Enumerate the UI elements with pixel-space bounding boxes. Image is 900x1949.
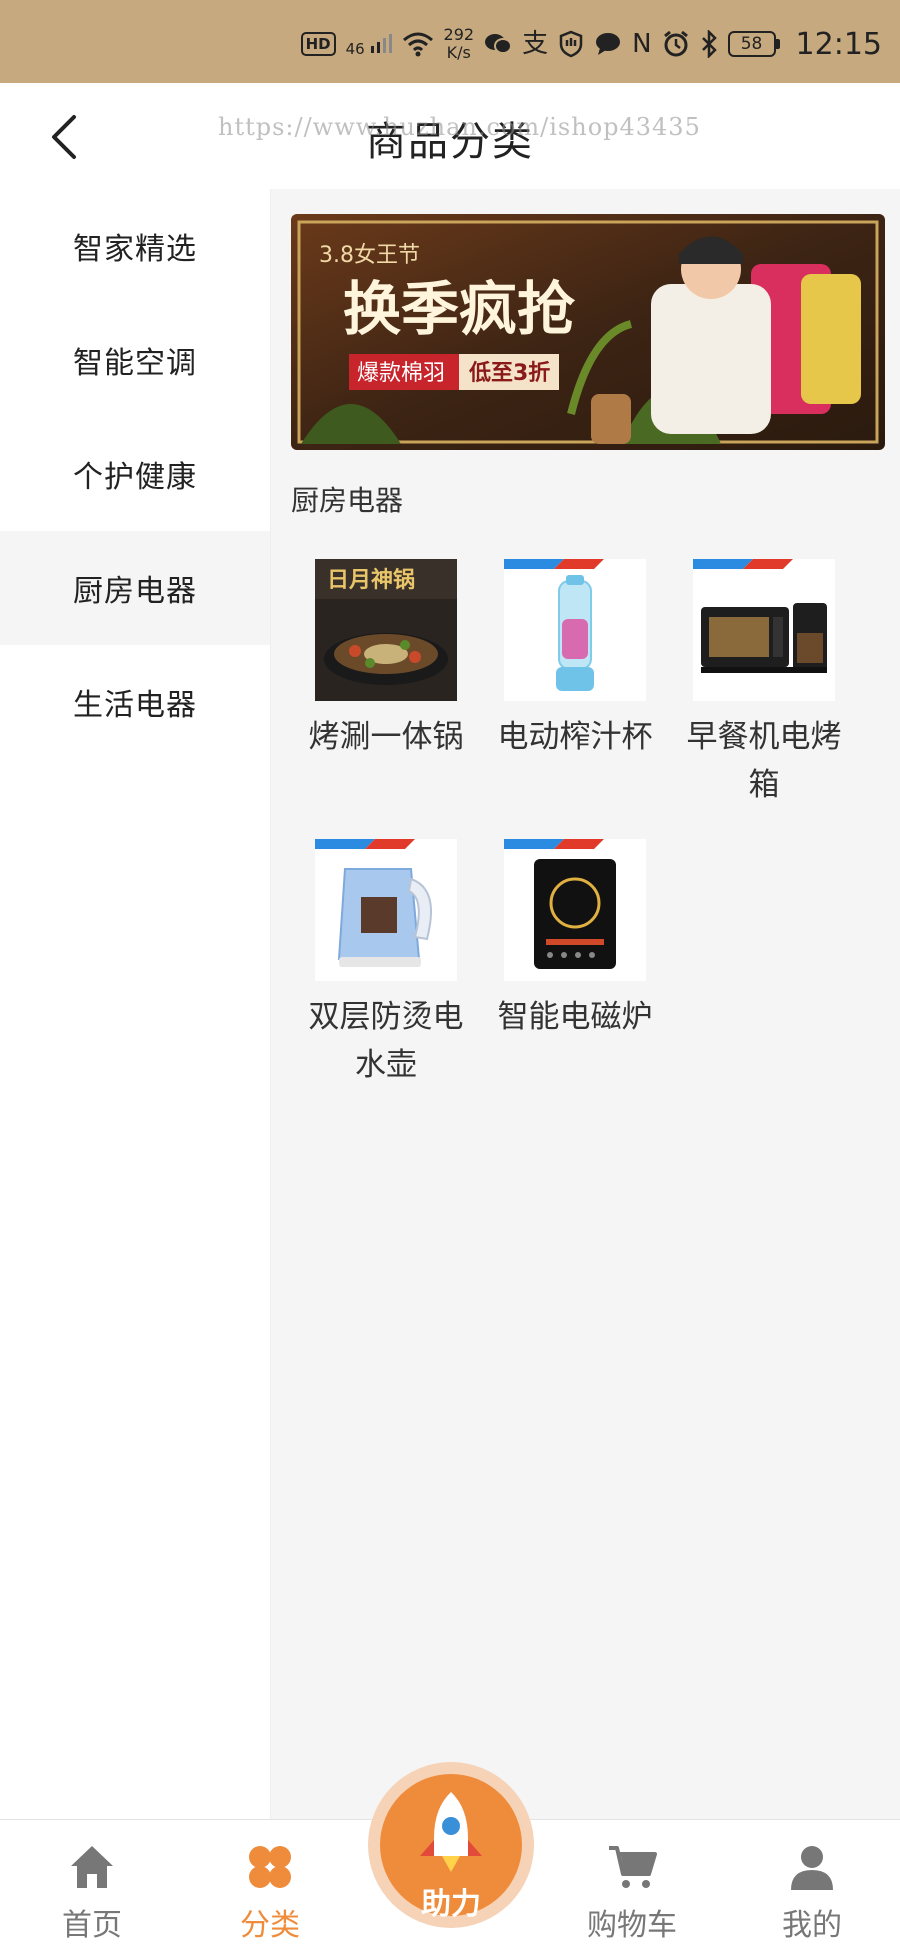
cart-icon: [609, 1846, 657, 1888]
banner-image: 3.8女王节 换季疯抢 爆款棉羽 低至3折: [291, 214, 885, 450]
product-card[interactable]: 日月神锅 烤涮一体锅: [291, 559, 481, 761]
header: 商品分类 https://www.huzhan.com/ishop43435: [0, 83, 900, 189]
sidebar-item-smart-home[interactable]: 智家精选: [0, 189, 270, 303]
home-icon: [71, 1846, 113, 1888]
tab-label: 我的: [782, 1908, 842, 1943]
status-icons: HD 46 292 K/s 支 N 58 12:15: [300, 24, 882, 64]
tab-cart[interactable]: 购物车: [562, 1820, 702, 1949]
speed-unit: K/s: [446, 43, 471, 62]
wifi-icon: [402, 32, 433, 57]
shield-icon: [559, 30, 583, 58]
nfc-icon: N: [632, 29, 652, 59]
hd-indicator: HD: [300, 32, 336, 56]
user-icon: [791, 1846, 833, 1890]
banner-badge: 3.8女王节: [319, 243, 420, 268]
watermark: https://www.huzhan.com/ishop43435: [218, 113, 701, 141]
alipay-icon: 支: [522, 29, 549, 59]
tab-label: 首页: [62, 1908, 122, 1943]
tab-label: 分类: [240, 1908, 300, 1943]
product-card[interactable]: 早餐机电烤箱: [669, 559, 859, 809]
product-image-text: 日月神锅: [327, 567, 415, 593]
status-bar: HD 46 292 K/s 支 N 58 12:15: [0, 0, 900, 83]
product-card[interactable]: 电动榨汁杯: [480, 559, 670, 761]
screen: HD 46 292 K/s 支 N 58 12:15 商品分类 https://…: [0, 0, 900, 1949]
clock: 12:15: [795, 26, 882, 62]
banner-headline: 换季疯抢: [343, 275, 576, 343]
product-name: 早餐机电烤箱: [686, 719, 842, 803]
sidebar-item-home-appliances[interactable]: 生活电器: [0, 645, 270, 759]
wechat-icon: [485, 34, 513, 54]
banner-tag-1: 爆款棉羽: [357, 361, 445, 386]
battery-level: 58: [727, 31, 776, 57]
assist-label: 助力: [421, 1887, 481, 1922]
product-name: 电动榨汁杯: [497, 719, 653, 755]
sidebar-item-air-conditioner[interactable]: 智能空调: [0, 303, 270, 417]
promo-banner[interactable]: 3.8女王节 换季疯抢 爆款棉羽 低至3折: [291, 214, 885, 450]
product-name: 智能电磁炉: [497, 999, 653, 1035]
product-image: [504, 559, 646, 701]
tab-label: 购物车: [587, 1908, 677, 1943]
speed-value: 292: [443, 25, 475, 44]
network-type: 46: [345, 40, 365, 58]
sidebar-item-personal-care[interactable]: 个护健康: [0, 417, 270, 531]
category-icon: [249, 1846, 291, 1888]
tab-mine[interactable]: 我的: [742, 1820, 882, 1949]
tab-category[interactable]: 分类: [200, 1820, 340, 1949]
battery-icon: 58: [727, 31, 780, 57]
network-speed: 292 K/s: [444, 26, 475, 62]
tab-home[interactable]: 首页: [22, 1820, 162, 1949]
banner-tag-2: 低至3折: [468, 361, 550, 386]
category-sidebar: 智家精选 智能空调 个护健康 厨房电器 生活电器: [0, 189, 270, 1819]
category-content: 3.8女王节 换季疯抢 爆款棉羽 低至3折 厨房电器 日月神锅 烤涮一体锅 电动…: [270, 189, 900, 1819]
bluetooth-icon: [701, 30, 717, 58]
product-image: 日月神锅: [315, 559, 457, 701]
product-name: 双层防烫电水壶: [308, 999, 464, 1083]
product-image: [693, 559, 835, 701]
product-card[interactable]: 双层防烫电水壶: [291, 839, 481, 1089]
signal-icon: 46: [345, 32, 392, 58]
product-image: [315, 839, 457, 981]
signal-bars-icon: [370, 34, 392, 53]
alarm-icon: [663, 30, 688, 57]
message-icon: [596, 33, 621, 55]
product-image: [504, 839, 646, 981]
section-title: 厨房电器: [291, 484, 404, 517]
assist-button[interactable]: 助力: [368, 1762, 534, 1928]
product-card[interactable]: 智能电磁炉: [480, 839, 670, 1041]
product-name: 烤涮一体锅: [308, 719, 464, 755]
sidebar-item-kitchen[interactable]: 厨房电器: [0, 531, 270, 645]
